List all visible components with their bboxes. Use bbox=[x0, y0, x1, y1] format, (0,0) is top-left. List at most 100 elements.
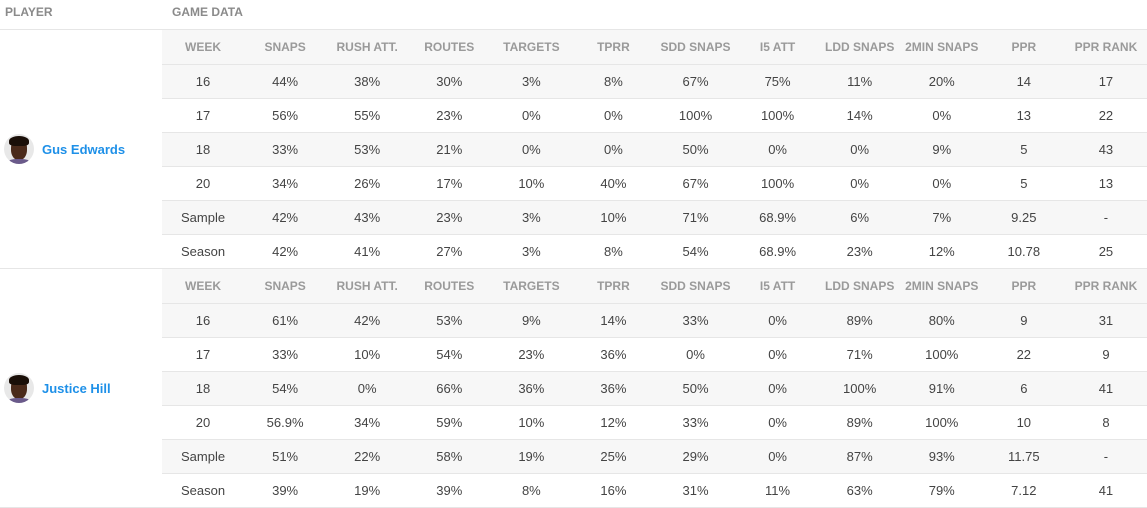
table-header: PLAYER GAME DATA bbox=[0, 0, 1147, 30]
table-cell: 100% bbox=[900, 336, 983, 371]
table-cell: 17 bbox=[162, 97, 245, 132]
table-cell: 5 bbox=[982, 165, 1065, 200]
table-cell: 0% bbox=[818, 131, 901, 166]
table-cell: 100% bbox=[654, 97, 737, 132]
column-header: 2MIN SNAPS bbox=[900, 30, 983, 64]
table-cell: 26% bbox=[326, 165, 409, 200]
table-cell: 10% bbox=[572, 199, 655, 234]
player-name-link[interactable]: Gus Edwards bbox=[42, 142, 125, 157]
player-block: Justice Hill WEEK SNAPS RUSH ATT. ROUTES TAR… bbox=[0, 269, 1147, 508]
table-cell: 91% bbox=[900, 370, 983, 405]
players-container: Gus Edwards WEEK SNAPS RUSH ATT. ROUTES TARG… bbox=[0, 30, 1147, 508]
table-cell: 36% bbox=[572, 370, 655, 405]
table-cell: 20 bbox=[162, 165, 245, 200]
table-cell: 42% bbox=[326, 302, 409, 337]
table-cell: 16% bbox=[572, 472, 655, 507]
table-row: 17 33% 10% 54% 23% 36% 0% 0% 71% 100% 22 9 bbox=[162, 336, 1147, 371]
table-cell: 42% bbox=[244, 233, 327, 268]
table-cell: 0% bbox=[736, 404, 819, 439]
table-cell: 23% bbox=[490, 336, 573, 371]
table-cell: 54% bbox=[654, 233, 737, 268]
table-cell: 0% bbox=[490, 97, 573, 132]
table-cell: 7.12 bbox=[982, 472, 1065, 507]
table-cell: 9 bbox=[1064, 336, 1147, 371]
table-cell: 61% bbox=[244, 302, 327, 337]
table-cell: 17 bbox=[1064, 63, 1147, 98]
table-cell: 11.75 bbox=[982, 438, 1065, 473]
table-cell: 33% bbox=[244, 336, 327, 371]
table-row: Sample 42% 43% 23% 3% 10% 71% 68.9% 6% 7% 9.25- bbox=[162, 199, 1147, 234]
column-header: ROUTES bbox=[408, 269, 491, 303]
table-cell: 67% bbox=[654, 63, 737, 98]
table-cell: 40% bbox=[572, 165, 655, 200]
table-cell: 67% bbox=[654, 165, 737, 200]
column-header: SDD SNAPS bbox=[654, 269, 737, 303]
table-cell: 0% bbox=[818, 165, 901, 200]
table-cell: 31% bbox=[654, 472, 737, 507]
table-cell: 0% bbox=[736, 131, 819, 166]
table-cell: 56% bbox=[244, 97, 327, 132]
table-cell: 25 bbox=[1064, 233, 1147, 268]
table-cell: 0% bbox=[572, 131, 655, 166]
column-header: PPR bbox=[982, 30, 1065, 64]
column-header: PPR bbox=[982, 269, 1065, 303]
table-cell: 3% bbox=[490, 63, 573, 98]
column-header: I5 ATT bbox=[736, 30, 819, 64]
table-cell: - bbox=[1064, 199, 1147, 234]
table-cell: 43% bbox=[326, 199, 409, 234]
table-cell: 55% bbox=[326, 97, 409, 132]
table-cell: 0% bbox=[900, 97, 983, 132]
table-cell: - bbox=[1064, 438, 1147, 473]
table-cell: 18 bbox=[162, 131, 245, 166]
table-cell: 100% bbox=[736, 97, 819, 132]
table-cell: 39% bbox=[244, 472, 327, 507]
table-cell: 13 bbox=[982, 97, 1065, 132]
table-cell: 11% bbox=[818, 63, 901, 98]
table-row: 16 44% 38% 30% 3% 8% 67% 75% 11% 20% 14 17 bbox=[162, 63, 1147, 98]
column-header: SNAPS bbox=[244, 269, 327, 303]
table-cell: 18 bbox=[162, 370, 245, 405]
table-cell: 39% bbox=[408, 472, 491, 507]
table-cell: 10 bbox=[982, 404, 1065, 439]
table-cell: 43 bbox=[1064, 131, 1147, 166]
table-cell: 10.78 bbox=[982, 233, 1065, 268]
player-cell: Justice Hill bbox=[0, 269, 162, 507]
table-cell: Season bbox=[162, 472, 245, 507]
table-cell: 0% bbox=[490, 131, 573, 166]
table-cell: 10% bbox=[490, 404, 573, 439]
table-cell: 58% bbox=[408, 438, 491, 473]
table-cell: 87% bbox=[818, 438, 901, 473]
table-cell: 71% bbox=[654, 199, 737, 234]
table-cell: 0% bbox=[572, 97, 655, 132]
game-data-table: WEEK SNAPS RUSH ATT. ROUTES TARGETS TPRR SDD S… bbox=[162, 269, 1147, 507]
table-cell: 20 bbox=[162, 404, 245, 439]
table-cell: 14 bbox=[982, 63, 1065, 98]
column-header: TPRR bbox=[572, 30, 655, 64]
table-cell: 56.9% bbox=[244, 404, 327, 439]
player-name-link[interactable]: Justice Hill bbox=[42, 381, 111, 396]
table-cell: 42% bbox=[244, 199, 327, 234]
table-cell: 0% bbox=[900, 165, 983, 200]
column-header: TARGETS bbox=[490, 30, 573, 64]
table-cell: 0% bbox=[326, 370, 409, 405]
game-data-header: GAME DATA bbox=[172, 5, 243, 19]
player-cell: Gus Edwards bbox=[0, 30, 162, 268]
table-cell: 0% bbox=[736, 370, 819, 405]
table-cell: 50% bbox=[654, 131, 737, 166]
table-cell: 22 bbox=[982, 336, 1065, 371]
column-header: PPR RANK bbox=[1064, 269, 1147, 303]
column-header: 2MIN SNAPS bbox=[900, 269, 983, 303]
table-cell: 22% bbox=[326, 438, 409, 473]
table-cell: 59% bbox=[408, 404, 491, 439]
table-cell: 8% bbox=[572, 63, 655, 98]
table-cell: 41 bbox=[1064, 370, 1147, 405]
table-cell: Sample bbox=[162, 438, 245, 473]
table-cell: 41 bbox=[1064, 472, 1147, 507]
table-cell: 9% bbox=[490, 302, 573, 337]
column-header: TARGETS bbox=[490, 269, 573, 303]
column-header: SNAPS bbox=[244, 30, 327, 64]
table-cell: 12% bbox=[900, 233, 983, 268]
table-row: Season 39% 19% 39% 8% 16% 31% 11% 63% 79% 7.12 41 bbox=[162, 472, 1147, 507]
table-cell: 5 bbox=[982, 131, 1065, 166]
player-column-header: PLAYER bbox=[5, 5, 53, 19]
